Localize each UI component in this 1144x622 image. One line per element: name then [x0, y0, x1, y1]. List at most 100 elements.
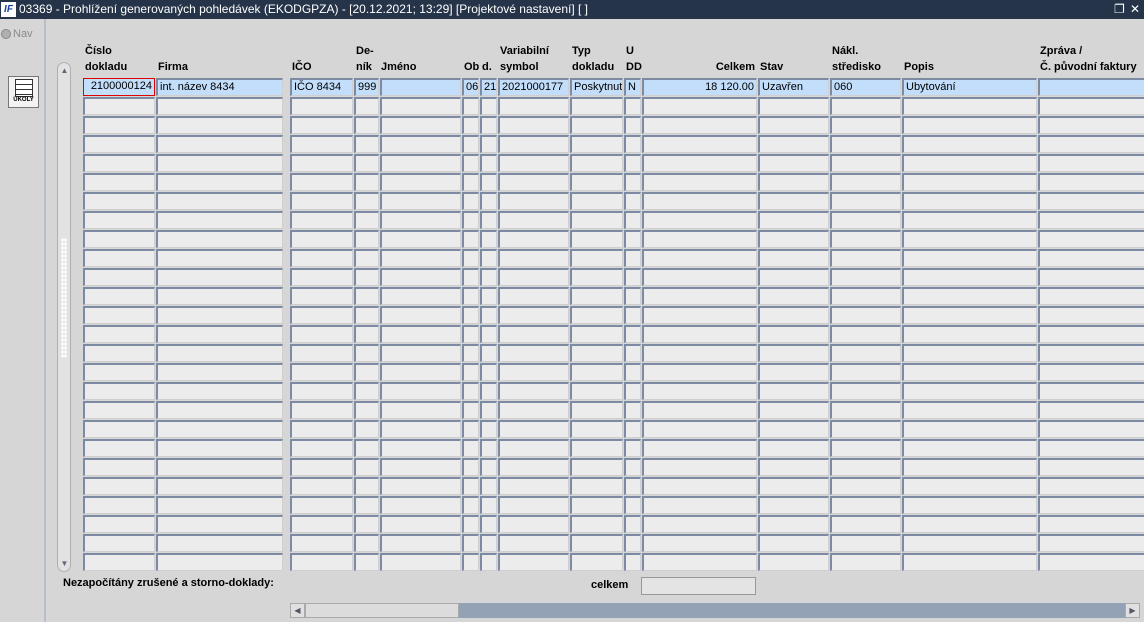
cell-jmeno[interactable] — [380, 344, 461, 362]
cell-celkem[interactable] — [642, 515, 757, 533]
cell-cislo[interactable] — [83, 382, 155, 400]
cell-popis[interactable] — [902, 363, 1037, 381]
cell-nakl[interactable] — [830, 173, 901, 191]
cell-ob[interactable] — [462, 344, 479, 362]
cell-stav[interactable] — [758, 420, 829, 438]
cell-zprava[interactable] — [1038, 78, 1144, 96]
cell-d[interactable] — [480, 515, 497, 533]
cell-firma[interactable] — [156, 135, 283, 153]
cell-udd[interactable] — [624, 230, 641, 248]
cell-vs[interactable] — [498, 344, 569, 362]
cell-celkem[interactable] — [642, 534, 757, 552]
cell-d[interactable] — [480, 477, 497, 495]
cell-nakl[interactable] — [830, 534, 901, 552]
cell-udd[interactable] — [624, 97, 641, 115]
cell-d[interactable] — [480, 534, 497, 552]
cell-jmeno[interactable] — [380, 97, 461, 115]
cell-d[interactable] — [480, 116, 497, 134]
cell-ob[interactable] — [462, 420, 479, 438]
cell-cislo[interactable] — [83, 268, 155, 286]
cell-stav[interactable] — [758, 496, 829, 514]
cell-ico[interactable] — [290, 135, 353, 153]
cell-ico[interactable]: IČO 8434 — [290, 78, 353, 96]
cell-stav[interactable] — [758, 534, 829, 552]
cell-ob[interactable] — [462, 496, 479, 514]
cell-celkem[interactable] — [642, 249, 757, 267]
cell-jmeno[interactable] — [380, 287, 461, 305]
cell-popis[interactable] — [902, 534, 1037, 552]
cell-nakl[interactable] — [830, 154, 901, 172]
cell-vs[interactable] — [498, 230, 569, 248]
cell-zprava[interactable] — [1038, 116, 1144, 134]
cell-celkem[interactable] — [642, 496, 757, 514]
cell-d[interactable] — [480, 135, 497, 153]
cell-celkem[interactable] — [642, 477, 757, 495]
cell-vs[interactable] — [498, 154, 569, 172]
cell-d[interactable] — [480, 211, 497, 229]
cell-typ[interactable] — [570, 382, 623, 400]
cell-ico[interactable] — [290, 553, 353, 571]
scroll-grip[interactable] — [61, 238, 67, 358]
cell-firma[interactable] — [156, 420, 283, 438]
cell-denik[interactable] — [354, 154, 379, 172]
cell-ob[interactable] — [462, 458, 479, 476]
cell-firma[interactable] — [156, 306, 283, 324]
cell-celkem[interactable] — [642, 325, 757, 343]
cell-firma[interactable] — [156, 458, 283, 476]
cell-denik[interactable] — [354, 116, 379, 134]
cell-zprava[interactable] — [1038, 496, 1144, 514]
cell-nakl[interactable]: 060 — [830, 78, 901, 96]
cell-ico[interactable] — [290, 230, 353, 248]
cell-d[interactable] — [480, 192, 497, 210]
cell-firma[interactable]: int. název 8434 — [156, 78, 283, 96]
cell-popis[interactable] — [902, 420, 1037, 438]
cell-popis[interactable] — [902, 192, 1037, 210]
cell-d[interactable] — [480, 458, 497, 476]
cell-jmeno[interactable] — [380, 477, 461, 495]
cell-zprava[interactable] — [1038, 135, 1144, 153]
cell-nakl[interactable] — [830, 477, 901, 495]
cell-ico[interactable] — [290, 344, 353, 362]
cell-stav[interactable] — [758, 344, 829, 362]
cell-ico[interactable] — [290, 420, 353, 438]
cell-zprava[interactable] — [1038, 344, 1144, 362]
cell-cislo[interactable]: 2100000124 — [83, 78, 155, 96]
cell-zprava[interactable] — [1038, 306, 1144, 324]
cell-typ[interactable] — [570, 458, 623, 476]
cell-typ[interactable] — [570, 439, 623, 457]
cell-ico[interactable] — [290, 97, 353, 115]
cell-vs[interactable] — [498, 135, 569, 153]
cell-udd[interactable] — [624, 192, 641, 210]
cell-denik[interactable] — [354, 382, 379, 400]
cell-cislo[interactable] — [83, 325, 155, 343]
cell-popis[interactable]: Ubytování — [902, 78, 1037, 96]
cell-ob[interactable] — [462, 477, 479, 495]
cell-typ[interactable]: Poskytnuté — [570, 78, 623, 96]
cell-ico[interactable] — [290, 173, 353, 191]
cell-udd[interactable] — [624, 515, 641, 533]
cell-udd[interactable] — [624, 401, 641, 419]
cell-denik[interactable] — [354, 249, 379, 267]
cell-ob[interactable] — [462, 553, 479, 571]
cell-nakl[interactable] — [830, 325, 901, 343]
cell-typ[interactable] — [570, 534, 623, 552]
cell-jmeno[interactable] — [380, 439, 461, 457]
cell-denik[interactable] — [354, 135, 379, 153]
cell-stav[interactable] — [758, 116, 829, 134]
cell-zprava[interactable] — [1038, 553, 1144, 571]
cell-ico[interactable] — [290, 458, 353, 476]
cell-ico[interactable] — [290, 401, 353, 419]
cell-zprava[interactable] — [1038, 211, 1144, 229]
cell-firma[interactable] — [156, 230, 283, 248]
cell-cislo[interactable] — [83, 534, 155, 552]
cell-celkem[interactable] — [642, 116, 757, 134]
cell-stav[interactable] — [758, 287, 829, 305]
cell-typ[interactable] — [570, 192, 623, 210]
cell-nakl[interactable] — [830, 420, 901, 438]
cell-d[interactable] — [480, 420, 497, 438]
cell-celkem[interactable] — [642, 268, 757, 286]
cell-vs[interactable] — [498, 420, 569, 438]
cell-zprava[interactable] — [1038, 287, 1144, 305]
cell-zprava[interactable] — [1038, 192, 1144, 210]
cell-udd[interactable] — [624, 325, 641, 343]
